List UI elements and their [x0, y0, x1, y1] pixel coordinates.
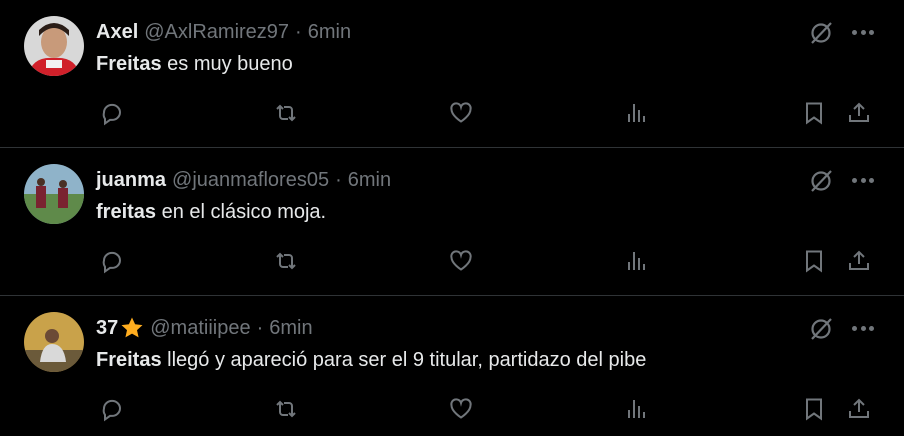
post-text: Freitas es muy bueno [96, 53, 293, 76]
grok-icon[interactable] [808, 168, 834, 194]
retweet-icon[interactable] [273, 100, 299, 126]
share-icon[interactable] [846, 100, 872, 126]
post[interactable]: 37 @matiiipee · 6min Freitas llegó y apa… [0, 296, 904, 436]
views-icon[interactable] [624, 248, 650, 274]
post[interactable]: juanma @juanmaflores05 · 6min freitas en… [0, 148, 904, 296]
post-header: Axel @AxlRamirez97 · 6min [96, 19, 351, 45]
grok-icon[interactable] [808, 20, 834, 46]
post-text-rest: es muy bueno [161, 53, 293, 75]
reply-icon[interactable] [98, 396, 124, 422]
display-name[interactable]: 37 [96, 317, 118, 340]
separator-dot: · [256, 316, 264, 339]
separator-dot: · [335, 168, 342, 191]
display-name[interactable]: Axel [96, 21, 138, 44]
like-icon[interactable] [448, 100, 474, 126]
grok-icon[interactable] [808, 316, 834, 342]
reply-icon[interactable] [98, 100, 124, 126]
avatar[interactable] [24, 164, 84, 224]
avatar[interactable] [24, 312, 84, 372]
post-header: juanma @juanmaflores05 · 6min [96, 167, 391, 193]
post-header: 37 @matiiipee · 6min [96, 315, 313, 341]
bookmark-icon[interactable] [801, 396, 827, 422]
user-handle[interactable]: @matiiipee [150, 317, 250, 340]
post-text-rest: llegó y apareció para ser el 9 titular, … [161, 349, 647, 371]
post[interactable]: Axel @AxlRamirez97 · 6min Freitas es muy… [0, 0, 904, 148]
views-icon[interactable] [624, 396, 650, 422]
views-icon[interactable] [624, 100, 650, 126]
retweet-icon[interactable] [273, 396, 299, 422]
post-text-bold: Freitas [96, 349, 162, 371]
post-time[interactable]: 6min [308, 21, 351, 44]
post-text-rest: en el clásico moja. [156, 201, 327, 223]
bookmark-icon[interactable] [801, 248, 827, 274]
reply-icon[interactable] [98, 248, 124, 274]
avatar[interactable] [24, 16, 84, 76]
post-time[interactable]: 6min [348, 169, 391, 192]
post-text-bold: freitas [96, 201, 157, 223]
like-icon[interactable] [448, 396, 474, 422]
post-text: freitas en el clásico moja. [96, 201, 326, 224]
post-time[interactable]: 6min [269, 317, 312, 340]
separator-dot: · [295, 20, 302, 43]
user-handle[interactable]: @AxlRamirez97 [144, 21, 289, 44]
more-icon[interactable] [852, 178, 874, 184]
share-icon[interactable] [846, 248, 872, 274]
star-emoji-icon [120, 316, 144, 340]
post-text-bold: Freitas [96, 53, 162, 75]
more-icon[interactable] [852, 326, 874, 332]
display-name[interactable]: juanma [96, 169, 166, 192]
bookmark-icon[interactable] [801, 100, 827, 126]
more-icon[interactable] [852, 30, 874, 36]
share-icon[interactable] [846, 396, 872, 422]
user-handle[interactable]: @juanmaflores05 [172, 169, 329, 192]
retweet-icon[interactable] [273, 248, 299, 274]
post-text: Freitas llegó y apareció para ser el 9 t… [96, 349, 646, 372]
like-icon[interactable] [448, 248, 474, 274]
